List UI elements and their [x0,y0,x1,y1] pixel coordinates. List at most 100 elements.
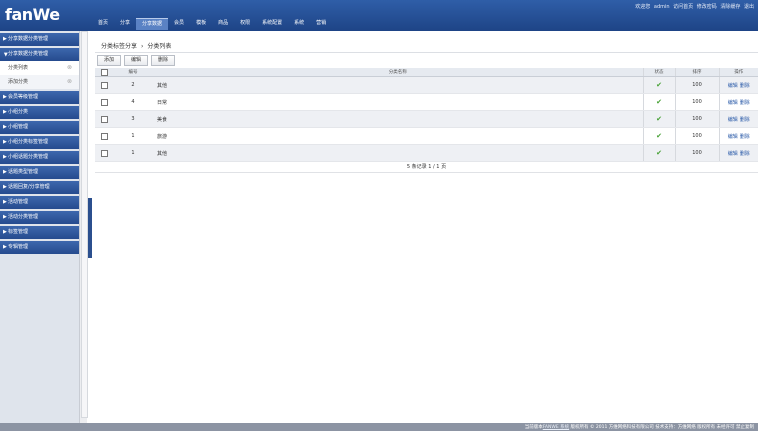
close-icon[interactable]: ⊗ [67,61,72,75]
main-content: 分类标签分享 › 分类列表 添加 编辑 删除 编号 分类名称 状态 排序 操作 2 … [95,36,758,416]
sidebar-item-7[interactable]: ▶ 话题类型管理 [0,166,79,179]
sidebar-item-4[interactable]: ▶ 小组管理 [0,121,79,134]
nav-share[interactable]: 分享 [114,18,136,29]
row-edit-link[interactable]: 编辑 [728,117,738,123]
checkmark-icon[interactable]: ✔ [656,149,662,157]
sidebar-subitem-label: 分类列表 [8,65,29,71]
top-link-password[interactable]: 修改密码 [697,4,717,10]
nav-member[interactable]: 会员 [168,18,190,29]
sidebar-item-8[interactable]: ▶ 话题回复/分享管理 [0,181,79,194]
sidebar-item-label: 小组分类 [8,109,29,115]
column-header-id[interactable]: 编号 [113,68,153,77]
cell-op: 编辑 删除 [718,76,758,94]
select-all-checkbox[interactable] [100,68,108,76]
sidebar-item-10[interactable]: ▶ 活动分类管理 [0,211,79,224]
main-nav: 首页 分享 分享数据 会员 模板 商品 权限 系统配置 系统 营销 [92,18,332,30]
row-checkbox[interactable] [100,132,108,140]
cell-status: ✔ [642,76,675,94]
row-delete-link[interactable]: 删除 [740,151,750,157]
row-delete-link[interactable]: 删除 [740,100,750,106]
cell-op: 编辑 删除 [718,144,758,162]
cell-sort: 100 [674,93,719,111]
checkmark-icon[interactable]: ✔ [656,81,662,89]
row-checkbox[interactable] [100,98,108,106]
add-button[interactable]: 添加 [97,55,122,66]
column-header-sort[interactable]: 排序 [674,68,719,77]
row-edit-link[interactable]: 编辑 [728,83,738,89]
row-select-cell [95,144,113,162]
row-delete-link[interactable]: 删除 [740,117,750,123]
cell-status: ✔ [642,110,675,128]
sidebar-subitem-list[interactable]: 分类列表 ⊗ [0,61,79,75]
row-checkbox[interactable] [100,115,108,123]
pagination: 5 条记录 1 / 1 页 [406,164,447,170]
checkmark-icon[interactable]: ✔ [656,132,662,140]
sidebar-item-3[interactable]: ▶ 小组分类 [0,106,79,119]
row-delete-link[interactable]: 删除 [740,134,750,140]
nav-template[interactable]: 模板 [190,18,212,29]
sidebar-item-2[interactable]: ▶ 会员等级管理 [0,91,79,104]
triangle-right-icon: ▶ [3,94,7,100]
sidebar-item-11[interactable]: ▶ 标签管理 [0,226,79,239]
footer: 当前版本FANWE 系统 版权所有 © 2011 方维网络科技有限公司 技术支持… [0,423,758,431]
top-link-user[interactable]: admin [654,4,670,10]
triangle-right-icon: ▶ [3,124,7,130]
row-edit-link[interactable]: 编辑 [728,134,738,140]
footer-link[interactable]: FANWE 系统 [543,425,569,430]
cell-op: 编辑 删除 [718,93,758,111]
row-edit-link[interactable]: 编辑 [728,100,738,106]
sidebar-item-6[interactable]: ▶ 小组话题分类管理 [0,151,79,164]
top-header: fanWe 欢迎您 admin 访问首页 修改密码 清除缓存 退出 首页 分享 … [0,0,758,31]
nav-home[interactable]: 首页 [92,18,114,29]
row-delete-link[interactable]: 删除 [740,83,750,89]
sidebar-scrollbar[interactable] [79,31,88,431]
nav-marketing[interactable]: 营销 [310,18,332,29]
nav-goods[interactable]: 商品 [212,18,234,29]
sidebar-collapse-handle[interactable] [88,198,92,258]
nav-system[interactable]: 系统 [288,18,310,29]
divider [95,172,758,173]
edit-button[interactable]: 编辑 [124,55,149,66]
nav-system-config[interactable]: 系统配置 [256,18,288,29]
checkmark-icon[interactable]: ✔ [656,98,662,106]
nav-share-data[interactable]: 分享数据 [136,18,169,30]
cell-status: ✔ [642,127,675,145]
sidebar-item-0[interactable]: ▶ 分享数据分类管理 [0,33,79,46]
breadcrumb-parent[interactable]: 分类标签分享 [101,43,137,50]
footer-copyright: 版权所有 © 2011 方维网络科技有限公司 技术支持：方维网络 版权所有 未经… [569,425,754,430]
sidebar-item-5[interactable]: ▶ 小组分类标签管理 [0,136,79,149]
cell-id: 4 [113,93,153,111]
row-select-cell [95,127,113,145]
triangle-right-icon: ▶ [3,109,7,115]
top-link-logout[interactable]: 退出 [744,4,754,10]
top-link-home[interactable]: 访问首页 [673,4,693,10]
triangle-right-icon: ▶ [3,214,7,220]
nav-permission[interactable]: 权限 [234,18,256,29]
column-header-status[interactable]: 状态 [642,68,675,77]
top-link-cache[interactable]: 清除缓存 [720,4,740,10]
table-row: 4 日常 ✔ 100 编辑 删除 [95,93,758,111]
row-edit-link[interactable]: 编辑 [728,151,738,157]
top-link-welcome: 欢迎您 [635,4,651,10]
row-checkbox[interactable] [100,81,108,89]
column-header-op: 操作 [718,68,758,77]
sidebar-item-12[interactable]: ▶ 专辑管理 [0,241,79,254]
scrollbar-thumb[interactable] [81,31,88,418]
triangle-right-icon: ▶ [3,244,7,250]
sidebar: ▶ 分享数据分类管理 ▶ 分享数据分类管理 分类列表 ⊗ 添加分类 ⊗ ▶ 会员等级管理 … [0,31,79,431]
app-logo[interactable]: fanWe [5,6,60,24]
data-table: 编号 分类名称 状态 排序 操作 2 其他 ✔ 100 编辑删除 4 日常 ✔ [95,68,758,162]
close-icon[interactable]: ⊗ [67,75,72,89]
sidebar-item-label: 分享数据分类管理 [8,51,49,57]
sidebar-subitem-add[interactable]: 添加分类 ⊗ [0,75,79,89]
checkmark-icon[interactable]: ✔ [656,115,662,123]
delete-button[interactable]: 删除 [151,55,176,66]
cell-sort: 100 [674,76,719,94]
sidebar-item-label: 话题回复/分享管理 [8,184,50,190]
triangle-right-icon: ▶ [3,229,7,235]
triangle-right-icon: ▶ [3,154,7,160]
sidebar-item-1[interactable]: ▶ 分享数据分类管理 [0,48,79,61]
row-checkbox[interactable] [100,149,108,157]
column-header-name[interactable]: 分类名称 [153,68,643,77]
sidebar-item-9[interactable]: ▶ 活动管理 [0,196,79,209]
